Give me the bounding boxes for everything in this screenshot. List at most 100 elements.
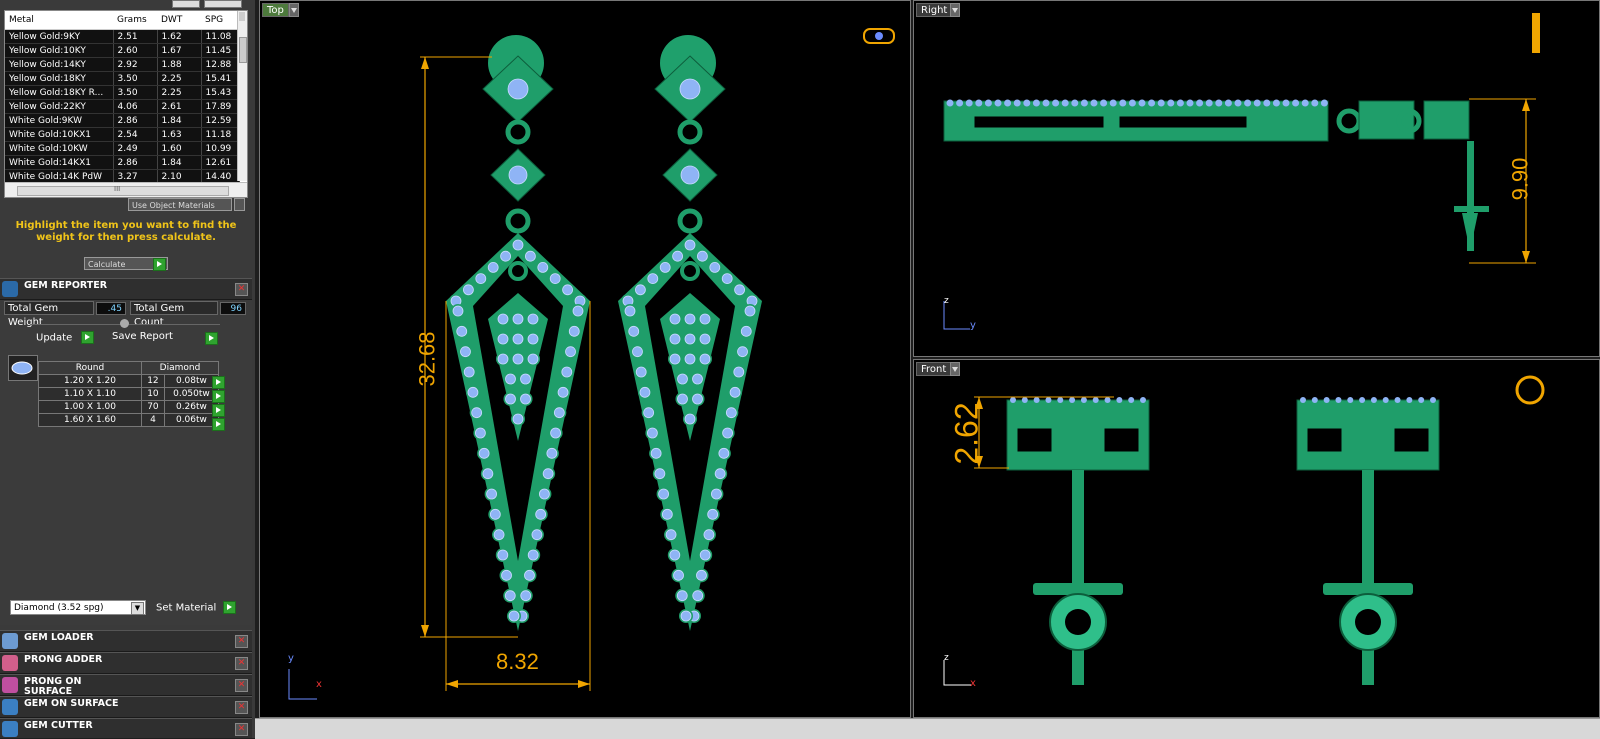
table-cell: White Gold:10KW — [5, 141, 114, 156]
table-row[interactable]: Yellow Gold:10KY 2.60 1.67 11.45 — [5, 43, 240, 58]
column-header[interactable]: Metal — [5, 11, 113, 30]
table-row[interactable]: Yellow Gold:18KY 3.50 2.25 15.41 — [5, 71, 240, 86]
use-object-materials-button[interactable]: Use Object Materials — [128, 198, 232, 211]
front-viewport[interactable]: Front 2.62 z x — [913, 359, 1600, 718]
gem — [1080, 397, 1087, 403]
close-icon[interactable]: ✕ — [235, 283, 248, 296]
gem — [710, 488, 722, 500]
select-gem-icon[interactable] — [212, 404, 225, 417]
column-header[interactable]: Grams — [113, 11, 157, 30]
set-material-button[interactable]: Set Material — [156, 601, 237, 614]
tab-button[interactable] — [172, 0, 200, 8]
table-row[interactable]: Yellow Gold:14KY 2.92 1.88 12.88 — [5, 57, 240, 72]
gem — [1042, 99, 1050, 107]
table-row[interactable]: White Gold:14KX1 2.86 1.84 12.61 — [5, 155, 240, 170]
gem — [722, 427, 734, 439]
gem — [956, 99, 964, 107]
opening — [1016, 427, 1053, 453]
close-icon[interactable]: ✕ — [235, 635, 248, 648]
gem — [1244, 99, 1252, 107]
table-row[interactable]: Yellow Gold:18KY R... 3.50 2.25 15.43 — [5, 85, 240, 100]
prong-on-surface-icon — [2, 677, 18, 693]
tab-button[interactable] — [204, 0, 242, 8]
close-icon[interactable]: ✕ — [235, 701, 248, 714]
gem — [1263, 99, 1271, 107]
table-cell: White Gold:14KX1 — [5, 155, 114, 170]
table-row[interactable]: White Gold:10KW 2.49 1.60 10.99 — [5, 141, 240, 156]
scroll-thumb[interactable] — [239, 37, 247, 63]
gem-count: 10 — [141, 387, 165, 401]
close-icon[interactable]: ✕ — [235, 657, 248, 670]
panel-gem-on-surface[interactable]: GEM ON SURFACE ✕ — [0, 696, 252, 718]
panel-prong-adder[interactable]: PRONG ADDER ✕ — [0, 652, 252, 674]
table-cell: 2.25 — [157, 71, 202, 86]
close-icon[interactable]: ✕ — [235, 679, 248, 692]
collapse-icon[interactable] — [120, 319, 129, 328]
gem-row[interactable]: 1.20 X 1.20 12 0.08tw — [38, 374, 220, 388]
table-cell: 11.45 — [201, 43, 240, 58]
select-gem-icon[interactable] — [212, 390, 225, 403]
gem — [1205, 99, 1213, 107]
gem — [520, 373, 531, 385]
gem — [684, 333, 696, 345]
gem — [500, 250, 512, 262]
table-cell: Yellow Gold:22KY — [5, 99, 114, 114]
right-view-drawing — [943, 13, 1540, 330]
gem — [725, 407, 737, 419]
options-icon[interactable] — [234, 198, 245, 211]
table-row[interactable]: White Gold:9KW 2.86 1.84 12.59 — [5, 113, 240, 128]
scroll-thumb[interactable]: III — [17, 185, 229, 196]
column-header[interactable]: DWT — [157, 11, 201, 30]
gem — [512, 239, 524, 251]
opening — [1103, 427, 1140, 453]
gem — [1418, 397, 1425, 403]
material-select[interactable]: Diamond (3.52 spg) ▼ — [10, 600, 146, 615]
clutch — [1462, 213, 1478, 251]
gem-row[interactable]: 1.60 X 1.60 4 0.06tw — [38, 413, 220, 427]
panel-prong-on-surface[interactable]: PRONG ON SURFACE ✕ — [0, 674, 252, 697]
top-viewport[interactable]: Top 32.68 8.32 y x — [259, 0, 911, 718]
gem-reporter-header[interactable]: GEM REPORTER ✕ — [0, 278, 252, 300]
gem — [482, 468, 494, 480]
table-cell: 1.63 — [157, 127, 202, 142]
gem — [1057, 397, 1064, 403]
gem-row[interactable]: 1.00 X 1.00 70 0.26tw — [38, 400, 220, 414]
gem — [734, 284, 746, 296]
height-dimension-label: 2.62 — [948, 402, 985, 465]
axis-x-label: x — [316, 679, 322, 690]
select-gem-icon[interactable] — [212, 376, 225, 389]
calculate-button[interactable]: Calculate — [84, 257, 168, 271]
gem — [975, 99, 983, 107]
save-report-button[interactable]: Save Report — [112, 331, 218, 345]
table-cell: 1.84 — [157, 113, 202, 128]
table-row[interactable]: White Gold:10KX1 2.54 1.63 11.18 — [5, 127, 240, 142]
update-button[interactable]: Update — [36, 331, 95, 344]
gem — [497, 353, 509, 365]
opening — [1393, 427, 1430, 453]
gem — [527, 549, 539, 561]
button-label: Calculate — [88, 260, 126, 269]
gem-row[interactable]: 1.10 X 1.10 10 0.050tw — [38, 387, 220, 401]
chevron-down-icon[interactable]: ▼ — [131, 602, 144, 615]
gem-loader-icon — [2, 633, 18, 649]
horizontal-scrollbar[interactable]: III — [5, 182, 247, 197]
gem — [550, 427, 562, 439]
gem — [542, 468, 554, 480]
left-panel: Metal Grams DWT SPG Yellow Gold:9KY 2.51 1… — [0, 0, 255, 738]
panel-gem-loader[interactable]: GEM LOADER ✕ — [0, 630, 252, 652]
right-viewport[interactable]: Right 9.90 z y — [913, 0, 1600, 357]
table-cell: Yellow Gold:18KY — [5, 71, 114, 86]
table-row[interactable]: Yellow Gold:9KY 2.51 1.62 11.08 — [5, 29, 240, 44]
vertical-scrollbar[interactable] — [237, 11, 247, 181]
scroll-up-icon[interactable] — [239, 12, 245, 21]
table-row[interactable]: Yellow Gold:22KY 4.06 2.61 17.89 — [5, 99, 240, 114]
gem — [467, 386, 479, 398]
close-icon[interactable]: ✕ — [235, 723, 248, 736]
select-gem-icon[interactable] — [212, 418, 225, 431]
gem — [561, 366, 573, 378]
gem-cutter-icon — [2, 721, 18, 737]
middle-frame-side — [1358, 100, 1415, 140]
panel-gem-cutter[interactable]: GEM CUTTER ✕ — [0, 718, 252, 738]
gem — [1311, 99, 1319, 107]
column-header[interactable]: SPG — [201, 11, 240, 30]
